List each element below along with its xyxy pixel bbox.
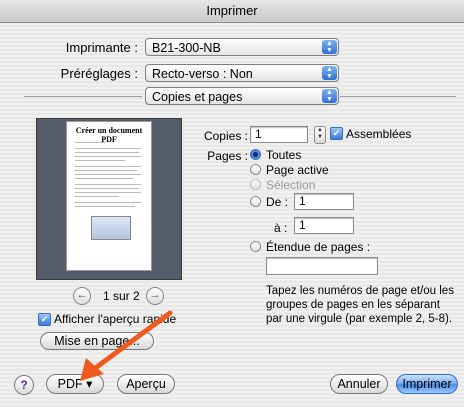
pages-label: Pages : xyxy=(207,149,248,163)
quick-preview-checkbox[interactable]: ✔ xyxy=(38,313,51,326)
preview-text-line xyxy=(75,156,141,157)
printer-label: Imprimante : xyxy=(65,40,138,55)
presets-select[interactable]: Recto-verso : Non ▲ ▼ xyxy=(145,64,339,82)
preview-text-line xyxy=(75,196,119,197)
preview-text-line xyxy=(75,184,141,185)
section-value: Copies et pages xyxy=(152,90,243,104)
pdf-menu-button[interactable]: PDF ▾ xyxy=(46,374,104,394)
preview-screenshot-thumbnail xyxy=(91,216,131,240)
preview-text-line xyxy=(75,142,105,143)
preview-text-line xyxy=(75,174,141,175)
pages-from-input[interactable]: 1 xyxy=(294,193,354,210)
separator-left xyxy=(24,96,142,97)
preview-text-line xyxy=(75,160,125,161)
previous-page-button[interactable]: ← xyxy=(73,287,91,305)
pages-range-label: Étendue de pages : xyxy=(266,240,371,254)
collated-label: Assemblées xyxy=(346,127,412,141)
pages-current-label: Page active xyxy=(266,163,329,177)
separator-right xyxy=(340,96,456,97)
pages-all-radio[interactable] xyxy=(250,149,261,160)
copies-input[interactable]: 1 xyxy=(250,126,308,143)
preview-page: Créer un document PDF xyxy=(66,121,152,271)
page-preview: Créer un document PDF xyxy=(36,118,182,280)
popup-arrows-icon: ▲ ▼ xyxy=(322,40,337,54)
print-button[interactable]: Imprimer xyxy=(396,374,458,394)
pages-selection-label: Sélection xyxy=(266,178,316,192)
preview-text-line xyxy=(75,152,139,153)
pages-current-radio[interactable] xyxy=(250,164,261,175)
copies-stepper[interactable]: ▲ ▼ xyxy=(314,126,326,144)
preview-text-line xyxy=(75,192,141,193)
section-select[interactable]: Copies et pages ▲ ▼ xyxy=(145,87,339,105)
printer-select[interactable]: B21-300-NB ▲ ▼ xyxy=(145,38,339,56)
collated-checkbox[interactable]: ✔ xyxy=(330,127,343,140)
printer-value: B21-300-NB xyxy=(152,41,221,55)
preview-text-line xyxy=(75,188,139,189)
preview-text-line xyxy=(75,170,137,171)
preview-text-line xyxy=(75,202,141,203)
print-dialog: Imprimante : B21-300-NB ▲ ▼ Préréglages :… xyxy=(0,23,464,407)
quick-preview-label: Afficher l'aperçu rapide xyxy=(54,312,177,326)
pages-range-radio[interactable] xyxy=(250,241,261,252)
popup-arrows-icon: ▲ ▼ xyxy=(322,66,337,80)
preview-text-line xyxy=(75,148,141,149)
pages-all-label: Toutes xyxy=(266,148,302,162)
preview-button[interactable]: Aperçu xyxy=(117,374,175,394)
page-indicator: 1 sur 2 xyxy=(103,289,140,303)
cancel-button[interactable]: Annuler xyxy=(330,374,388,394)
page-setup-button[interactable]: Mise en page... xyxy=(40,332,154,350)
preview-text-line xyxy=(75,166,141,167)
pages-to-label: à : xyxy=(274,221,288,235)
copies-label: Copies : xyxy=(203,129,248,143)
pages-to-input[interactable]: 1 xyxy=(294,217,354,234)
pages-from-radio[interactable] xyxy=(250,196,261,207)
presets-label: Préréglages : xyxy=(60,66,138,81)
presets-value: Recto-verso : Non xyxy=(152,67,253,81)
pages-selection-radio[interactable] xyxy=(250,179,261,190)
help-button[interactable]: ? xyxy=(14,375,34,395)
pages-from-label: De : xyxy=(266,195,289,209)
popup-arrows-icon: ▲ ▼ xyxy=(322,89,337,103)
pages-range-input[interactable] xyxy=(266,257,378,275)
window-title: Imprimer xyxy=(0,0,464,23)
pages-range-hint: Tapez les numéros de page et/ou les grou… xyxy=(266,285,454,325)
preview-text-line xyxy=(75,206,135,207)
preview-text-line xyxy=(75,178,133,179)
next-page-button[interactable]: → xyxy=(146,287,164,305)
